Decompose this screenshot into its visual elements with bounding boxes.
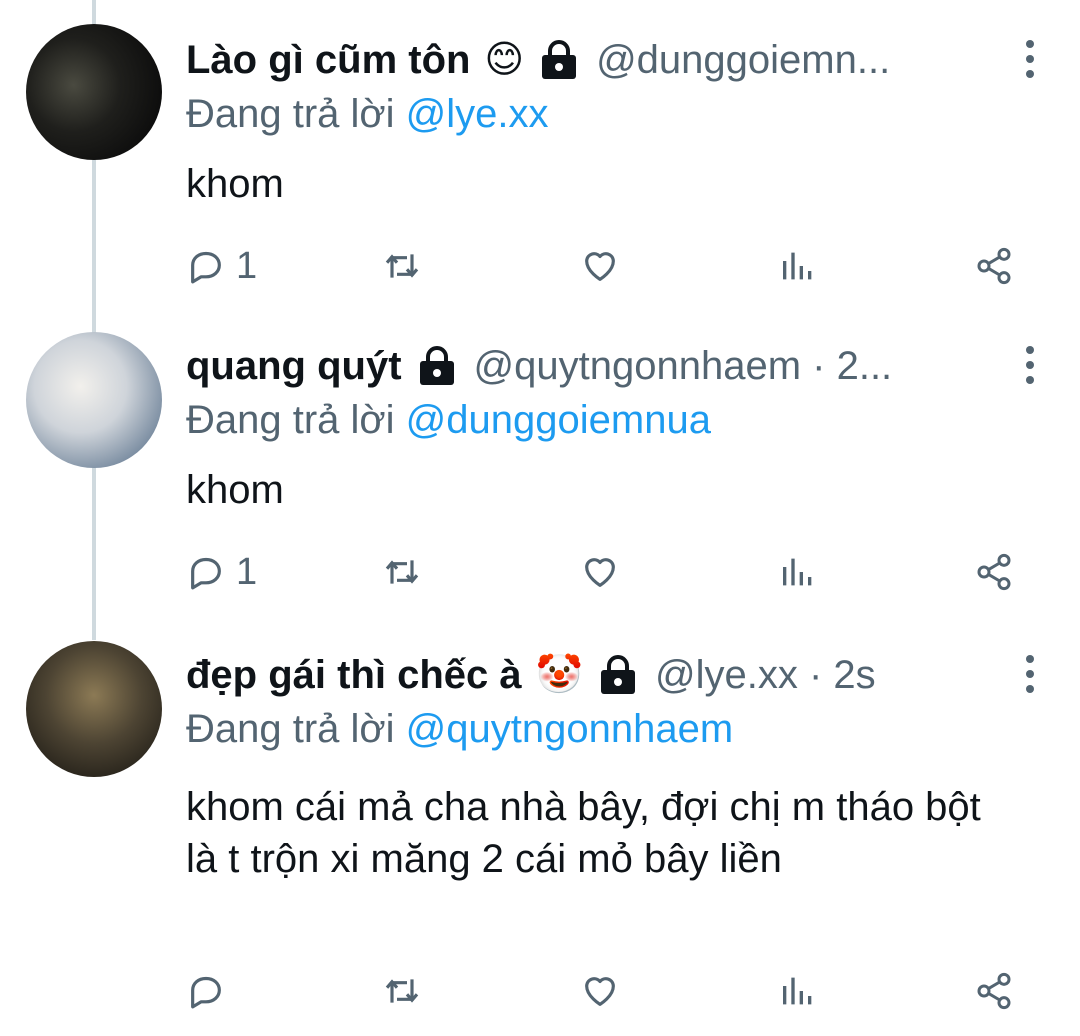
share-button[interactable]	[974, 552, 1014, 592]
heart-icon	[585, 977, 615, 1006]
views-icon	[783, 977, 812, 1005]
tweet-text: khom cái mả cha nhà bây, đợi chị m tháo …	[186, 785, 981, 881]
views-button[interactable]	[778, 971, 818, 1011]
retweet-button[interactable]	[382, 971, 422, 1011]
reply-prefix: Đang trả lời	[186, 398, 395, 442]
more-vertical-icon[interactable]	[1024, 346, 1036, 384]
reply-prefix: Đang trả lời	[186, 92, 395, 136]
share-icon	[977, 247, 1011, 285]
heart-icon	[585, 252, 615, 281]
reply-button[interactable]: 1	[186, 551, 257, 594]
more-vertical-icon[interactable]	[1024, 655, 1036, 693]
reply-icon	[191, 251, 221, 284]
display-name[interactable]: Lào gì cũm tôn	[186, 40, 470, 80]
reply-context: Đang trả lời @dunggoiemnua	[186, 398, 711, 443]
retweet-icon	[385, 979, 419, 1003]
reply-mention[interactable]: @quytngonnhaem	[406, 707, 734, 751]
views-button[interactable]	[778, 552, 818, 592]
user-handle[interactable]: @quytngonnhaem · 2...	[474, 346, 893, 386]
retweet-icon	[385, 560, 419, 584]
heart-icon	[585, 558, 615, 587]
lock-icon	[595, 655, 641, 695]
reply-mention[interactable]: @dunggoiemnua	[406, 398, 711, 442]
reply-mention[interactable]: @lye.xx	[406, 92, 549, 136]
user-handle[interactable]: @lye.xx · 2s	[655, 655, 876, 695]
reply-prefix: Đang trả lời	[186, 707, 395, 751]
display-name[interactable]: đẹp gái thì chếc à	[186, 655, 522, 695]
avatar[interactable]	[26, 332, 162, 468]
reply-icon	[191, 557, 221, 590]
tweet-actions	[186, 966, 1026, 1016]
reply-count: 1	[236, 550, 258, 593]
share-icon	[977, 553, 1011, 591]
avatar[interactable]	[26, 24, 162, 160]
lock-icon	[414, 346, 460, 386]
views-button[interactable]	[778, 246, 818, 286]
tweet-header: đẹp gái thì chếc à 🤡 @lye.xx · 2s	[186, 643, 996, 707]
retweet-button[interactable]	[382, 246, 422, 286]
share-icon	[977, 972, 1011, 1010]
tweet-actions: 1	[186, 241, 1026, 291]
reply-icon	[191, 976, 221, 1009]
display-name[interactable]: quang quýt	[186, 346, 402, 386]
like-button[interactable]	[580, 971, 620, 1011]
avatar[interactable]	[26, 641, 162, 777]
tweet-header: quang quýt @quytngonnhaem · 2...	[186, 334, 996, 398]
reply-context: Đang trả lời @quytngonnhaem	[186, 707, 733, 752]
tweet-text: khom	[186, 468, 284, 512]
more-vertical-icon[interactable]	[1024, 40, 1036, 78]
user-handle[interactable]: @dunggoiemn...	[596, 40, 890, 80]
reply-button[interactable]	[186, 971, 236, 1011]
lock-icon	[536, 40, 582, 80]
views-icon	[783, 558, 812, 586]
reply-count: 1	[236, 244, 258, 287]
like-button[interactable]	[580, 552, 620, 592]
like-button[interactable]	[580, 246, 620, 286]
share-button[interactable]	[974, 246, 1014, 286]
reply-context: Đang trả lời @lye.xx	[186, 92, 549, 137]
share-button[interactable]	[974, 971, 1014, 1011]
views-icon	[783, 252, 812, 280]
tweet-text: khom	[186, 162, 284, 206]
tweet-header: Lào gì cũm tôn 😊 @dunggoiemn...	[186, 28, 996, 92]
retweet-button[interactable]	[382, 552, 422, 592]
tweet-actions: 1	[186, 547, 1026, 597]
name-emoji: 🤡	[535, 654, 583, 696]
name-emoji: 😊	[484, 39, 525, 81]
reply-button[interactable]: 1	[186, 245, 257, 288]
retweet-icon	[385, 254, 419, 278]
